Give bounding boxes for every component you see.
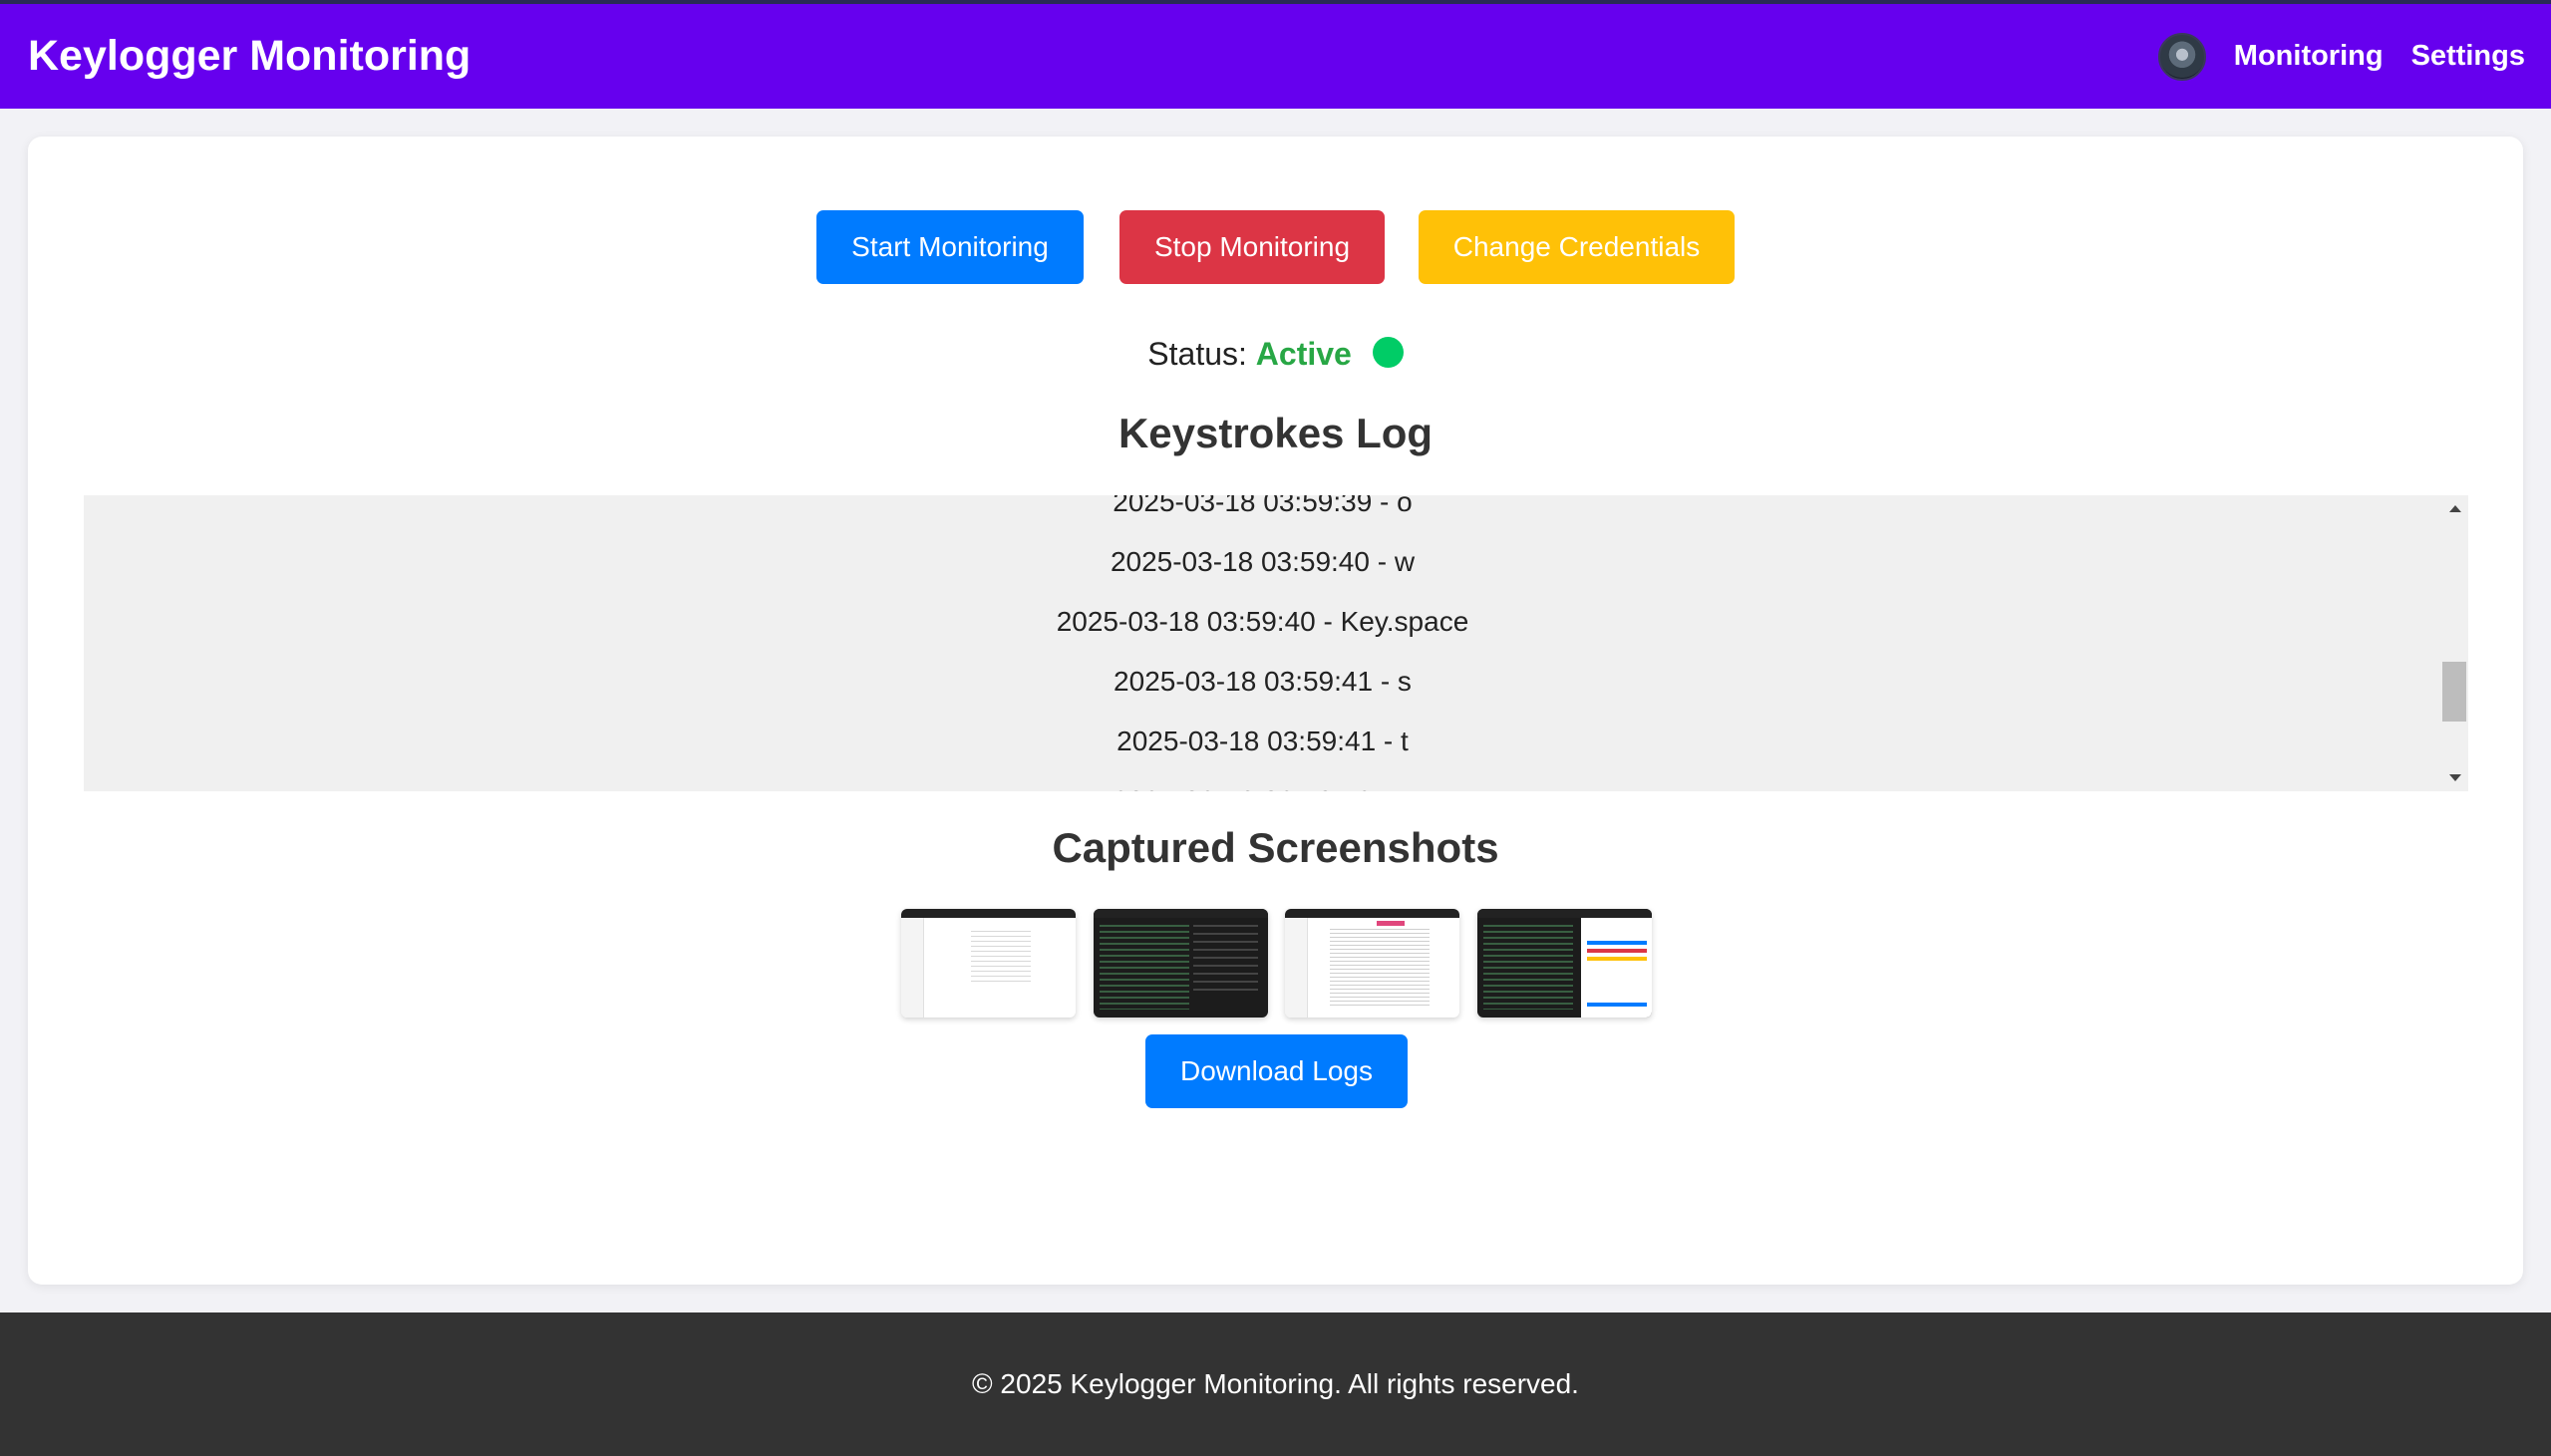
status-line: Status: Active [28,336,2523,373]
log-entry: 2025-03-18 03:59:42 - o [84,771,2441,791]
log-entry: 2025-03-18 03:59:40 - Key.space [1056,606,1469,637]
screenshot-thumbnail[interactable] [901,909,1076,1018]
screenshot-thumbnail[interactable] [1477,909,1652,1018]
captured-screenshots-title: Captured Screenshots [1052,824,1499,871]
stop-monitoring-button[interactable]: Stop Monitoring [1119,210,1385,284]
start-monitoring-button[interactable]: Start Monitoring [816,210,1084,284]
scroll-up-arrow-icon[interactable] [2449,505,2461,512]
nav-menu: Monitoring Settings [2157,4,2525,109]
footer-text: © 2025 Keylogger Monitoring. All rights … [972,1368,1579,1399]
log-entry: 2025-03-18 03:59:40 - w [1110,546,1416,577]
app-title: Keylogger Monitoring [28,32,472,80]
scrollbar-thumb[interactable] [2442,662,2466,722]
nav-link-monitoring[interactable]: Monitoring [2234,40,2384,73]
screenshot-thumbnail[interactable] [1285,909,1459,1018]
status-label: Status: [1147,336,1247,372]
keystrokes-log[interactable]: 2025-03-18 03:59:39 - o 2025-03-18 03:59… [84,495,2468,791]
footer: © 2025 Keylogger Monitoring. All rights … [0,1312,2551,1456]
nav-link-settings[interactable]: Settings [2411,40,2525,73]
log-entry: 2025-03-18 03:59:41 - t [1116,726,1409,756]
scroll-down-arrow-icon[interactable] [2449,774,2461,781]
log-scrollbar[interactable] [2441,495,2468,791]
status-value: Active [1255,336,1352,372]
log-lines: 2025-03-18 03:59:39 - o 2025-03-18 03:59… [84,495,2441,791]
log-entry: 2025-03-18 03:59:39 - o [1113,495,1413,517]
download-logs-button[interactable]: Download Logs [1145,1034,1408,1108]
user-avatar-icon[interactable] [2157,32,2206,81]
screenshot-thumbnail[interactable] [1094,909,1268,1018]
change-credentials-button[interactable]: Change Credentials [1419,210,1735,284]
status-indicator-icon [1372,337,1404,368]
navbar: Keylogger Monitoring Monitoring Settings [0,4,2551,109]
screenshot-gallery [901,909,1683,1018]
main-card: Start Monitoring Stop Monitoring Change … [28,137,2523,1285]
log-entry: 2025-03-18 03:59:41 - s [1114,666,1412,697]
keystrokes-log-title: Keystrokes Log [1117,410,1434,456]
